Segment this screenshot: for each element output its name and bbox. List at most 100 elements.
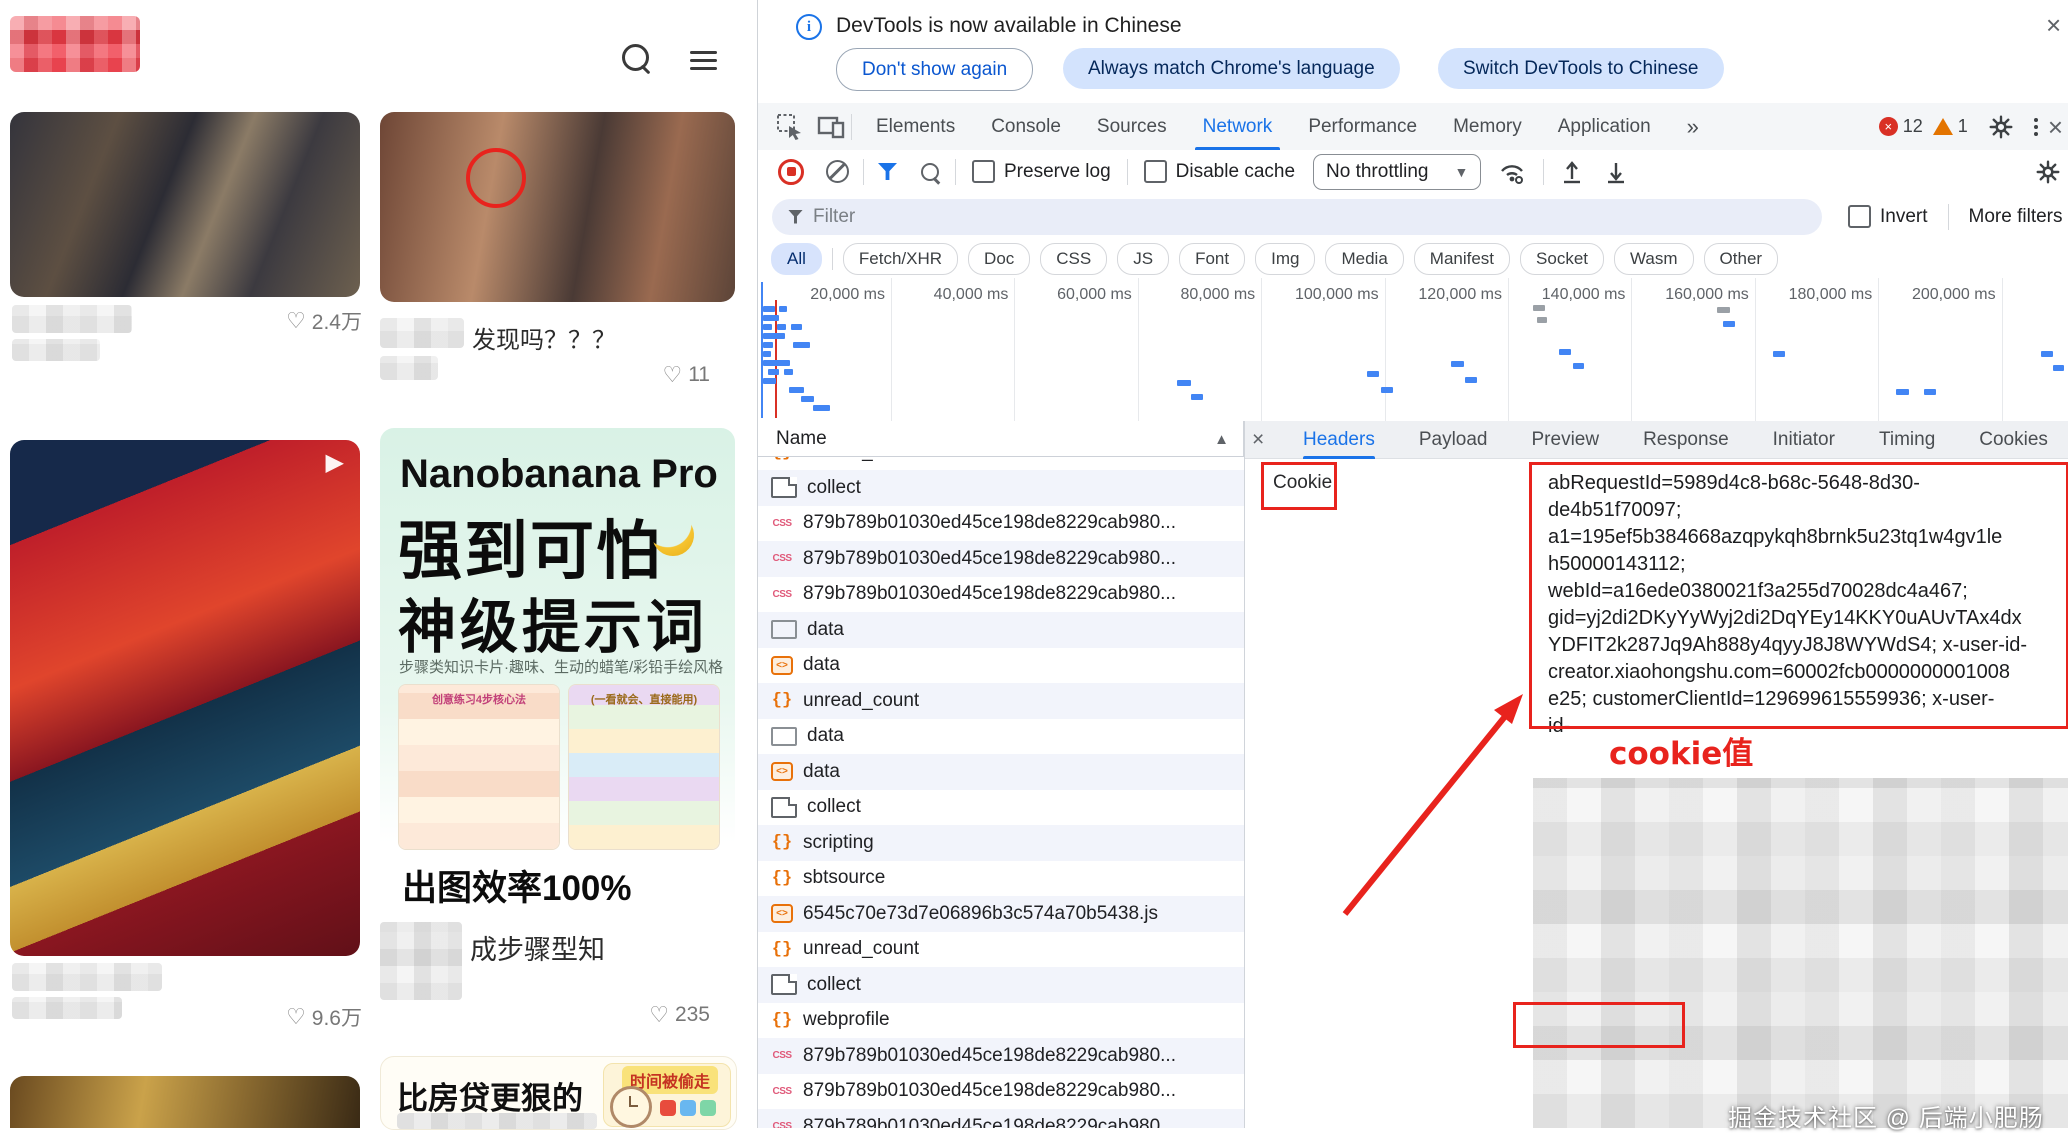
filter-chip-other[interactable]: Other — [1704, 243, 1779, 275]
network-conditions-icon[interactable] — [1497, 159, 1527, 185]
network-request-row[interactable]: <> 6545c70e73d7e06896b3c574a70b5438.js — [758, 896, 1244, 932]
menu-icon[interactable] — [690, 46, 717, 75]
network-settings-gear-icon[interactable] — [2035, 159, 2061, 185]
detail-tab-payload[interactable]: Payload — [1419, 421, 1488, 459]
like-count[interactable]: ♡ 9.6万 — [252, 1002, 362, 1032]
record-button[interactable] — [778, 159, 804, 185]
blurred-thumbnail — [380, 922, 462, 1000]
dont-show-again-button[interactable]: Don't show again — [836, 48, 1033, 91]
kebab-menu-icon[interactable] — [2034, 118, 2038, 136]
network-request-row[interactable]: {}webprofile — [758, 1002, 1244, 1038]
network-request-row[interactable]: {}sbtsource — [758, 860, 1244, 896]
site-logo[interactable] — [10, 16, 140, 72]
close-detail-icon[interactable]: × — [1252, 428, 1264, 452]
devtools-close-icon[interactable]: × — [2048, 114, 2063, 140]
request-list-header[interactable]: Name ▲ — [758, 421, 1244, 457]
tab-memory[interactable]: Memory — [1435, 103, 1540, 150]
more-tabs-icon[interactable]: » — [1669, 103, 1717, 150]
waterfall-bar — [1559, 349, 1571, 355]
detail-tab-cookies[interactable]: Cookies — [1979, 421, 2048, 459]
filter-chip-font[interactable]: Font — [1179, 243, 1245, 275]
device-toolbar-icon[interactable] — [817, 114, 845, 140]
search-icon[interactable] — [921, 163, 939, 181]
disable-cache-checkbox[interactable] — [1144, 160, 1167, 183]
tab-elements[interactable]: Elements — [858, 103, 973, 150]
filter-chip-manifest[interactable]: Manifest — [1414, 243, 1510, 275]
feed-card-bottom[interactable]: 比房贷更狠的 时间被偷走 — [380, 1056, 737, 1130]
scroll-up-icon[interactable]: ▲ — [1214, 431, 1229, 448]
network-request-row[interactable]: <>data — [758, 647, 1244, 683]
search-icon[interactable] — [622, 44, 658, 80]
waterfall-bar — [1924, 389, 1936, 395]
feed-card-photo[interactable] — [380, 112, 735, 302]
settings-gear-icon[interactable] — [1988, 114, 2014, 140]
clear-icon[interactable] — [826, 160, 849, 183]
error-badge-icon[interactable]: × — [1879, 117, 1898, 136]
filter-chip-img[interactable]: Img — [1255, 243, 1315, 275]
feed-card-photo[interactable] — [10, 1076, 360, 1128]
throttling-select[interactable]: No throttling▼ — [1313, 154, 1481, 190]
network-request-row[interactable]: collect — [758, 470, 1244, 506]
like-count[interactable]: ♡ 235 — [610, 1002, 710, 1028]
export-har-icon[interactable] — [1604, 159, 1628, 185]
card-caption[interactable]: 成步骤型知 — [470, 928, 605, 967]
filter-chip-css[interactable]: CSS — [1040, 243, 1107, 275]
network-request-row[interactable]: collect — [758, 967, 1244, 1003]
css-icon: CSS — [771, 518, 793, 529]
network-request-row[interactable]: {}unread_count — [758, 931, 1244, 967]
feed-card-artwork[interactable]: ▶ — [10, 440, 360, 956]
preserve-log-checkbox[interactable] — [972, 160, 995, 183]
filter-chip-media[interactable]: Media — [1325, 243, 1403, 275]
card-caption[interactable]: 发现吗？？？ — [472, 320, 616, 355]
filter-chip-doc[interactable]: Doc — [968, 243, 1030, 275]
network-request-row[interactable]: data — [758, 718, 1244, 754]
filter-chip-fetch-xhr[interactable]: Fetch/XHR — [843, 243, 958, 275]
fetch-icon: {} — [771, 940, 793, 959]
tab-console[interactable]: Console — [973, 103, 1079, 150]
waterfall-bar — [1191, 394, 1203, 400]
detail-tab-response[interactable]: Response — [1643, 421, 1729, 459]
network-request-row[interactable]: CSS879b789b01030ed45ce198de8229cab980... — [758, 1038, 1244, 1074]
network-request-row[interactable]: <>data — [758, 754, 1244, 790]
jsbox-icon: <> — [771, 904, 793, 923]
detail-tab-headers[interactable]: Headers — [1303, 421, 1375, 459]
filter-chip-socket[interactable]: Socket — [1520, 243, 1604, 275]
timeline-tick-label: 40,000 ms — [868, 286, 1008, 304]
warning-badge-icon[interactable] — [1933, 118, 1953, 135]
feed-card-photo[interactable] — [10, 112, 360, 297]
network-request-row[interactable]: {}scripting — [758, 825, 1244, 861]
feed-card-nanobanana[interactable]: Nanobanana Pro 强到可怕 神级提示词 步骤类知识卡片·趣味、生动的… — [380, 428, 735, 916]
more-filters-button[interactable]: More filters — [1969, 206, 2063, 228]
detail-tab-initiator[interactable]: Initiator — [1773, 421, 1835, 459]
filter-chip-wasm[interactable]: Wasm — [1614, 243, 1694, 275]
filter-toggle-icon[interactable] — [878, 163, 897, 180]
always-match-language-button[interactable]: Always match Chrome's language — [1063, 48, 1400, 89]
filter-input[interactable]: Filter — [772, 199, 1822, 235]
filter-chip-js[interactable]: JS — [1117, 243, 1169, 275]
network-request-row[interactable]: CSS879b789b01030ed45ce198de8229cab980... — [758, 576, 1244, 612]
filter-chip-all[interactable]: All — [771, 243, 822, 275]
invert-checkbox[interactable] — [1848, 205, 1871, 228]
network-request-row[interactable]: CSS879b789b01030ed45ce198de8229cab980... — [758, 1109, 1244, 1129]
tab-network[interactable]: Network — [1185, 103, 1291, 150]
network-overview[interactable]: 20,000 ms40,000 ms60,000 ms80,000 ms100,… — [758, 278, 2068, 422]
network-request-row[interactable]: data — [758, 612, 1244, 648]
network-request-row[interactable]: {}unread_count — [758, 683, 1244, 719]
network-request-row[interactable]: CSS879b789b01030ed45ce198de8229cab980... — [758, 1073, 1244, 1109]
like-count[interactable]: ♡ 2.4万 — [252, 306, 362, 336]
network-request-row[interactable]: collect — [758, 789, 1244, 825]
detail-tab-timing[interactable]: Timing — [1879, 421, 1935, 459]
tab-sources[interactable]: Sources — [1079, 103, 1185, 150]
tab-application[interactable]: Application — [1540, 103, 1669, 150]
inspect-icon[interactable] — [776, 113, 803, 140]
request-name: 6545c70e73d7e06896b3c574a70b5438.js — [803, 903, 1158, 925]
network-request-row[interactable]: CSS879b789b01030ed45ce198de8229cab980... — [758, 505, 1244, 541]
import-har-icon[interactable] — [1560, 159, 1584, 185]
detail-tab-preview[interactable]: Preview — [1532, 421, 1600, 459]
tab-performance[interactable]: Performance — [1290, 103, 1435, 150]
like-count[interactable]: ♡ 11 — [620, 362, 710, 388]
infobar-close-icon[interactable]: × — [2046, 12, 2061, 38]
network-request-row[interactable]: CSS879b789b01030ed45ce198de8229cab980... — [758, 541, 1244, 577]
switch-to-chinese-button[interactable]: Switch DevTools to Chinese — [1438, 48, 1724, 89]
css-icon: CSS — [771, 1121, 793, 1128]
